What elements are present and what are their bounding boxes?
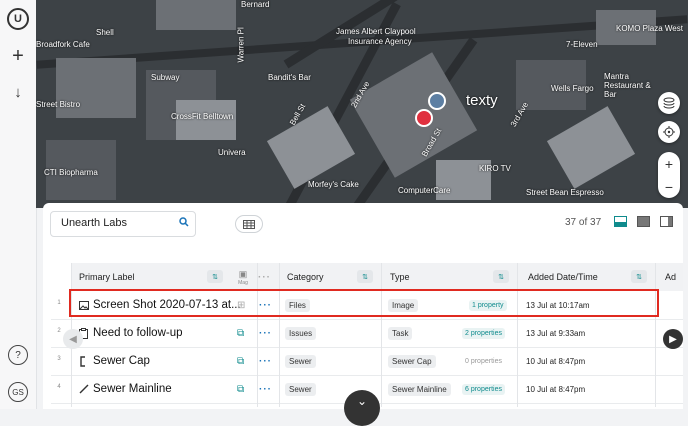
map-label: James Albert Claypool [336, 27, 416, 36]
download-icon[interactable]: ↓ [6, 80, 30, 104]
column-added[interactable]: Added Date/Time [528, 263, 598, 291]
column-primary-label[interactable]: Primary Label [79, 263, 135, 291]
map-label: 7-Eleven [566, 40, 598, 49]
user-avatar[interactable]: GS [8, 382, 28, 402]
table-icon [243, 219, 255, 229]
row-number: 1 [57, 300, 61, 306]
locate-icon[interactable] [658, 121, 680, 143]
row-label[interactable]: Need to follow-up [93, 319, 183, 347]
map-label: Bandit's Bar [268, 73, 311, 82]
table-header: Primary Label ⇅ ▣ Mag ··· Category ⇅ Typ… [71, 263, 683, 291]
table-row[interactable]: 2 Need to follow-up ⧉ ··· Issues Task 2 … [51, 319, 683, 348]
scroll-left-icon[interactable]: ◀ [63, 329, 83, 349]
map-label: KOMO Plaza West [616, 24, 683, 33]
column-image[interactable]: ▣ Mag [231, 263, 255, 291]
map-label: Subway [151, 73, 180, 82]
map-label: Broadfork Cafe [36, 40, 90, 49]
map-label: Morfey's Cake [308, 180, 359, 189]
record-count: 37 of 37 [565, 217, 602, 228]
map-label: 3rd Ave [508, 100, 531, 129]
map-label: Bernard [241, 0, 270, 9]
type-pill: Sewer Mainline [388, 382, 451, 396]
column-type[interactable]: Type [390, 263, 410, 291]
edit-image-icon[interactable]: ⧉ [237, 375, 244, 403]
sort-icon[interactable]: ⇅ [493, 270, 509, 283]
map-label: Mantra Restaurant & Bar [604, 72, 651, 99]
map-label: Street Bean Espresso [526, 188, 604, 197]
sort-icon[interactable]: ⇅ [357, 270, 373, 283]
added-date: 10 Jul at 8:47pm [526, 384, 586, 394]
selected-row-highlight [69, 289, 659, 317]
row-more-icon[interactable]: ··· [259, 375, 272, 403]
column-image-label: Mag [238, 279, 248, 286]
category-pill: Sewer [285, 382, 316, 396]
side-view-icon[interactable] [660, 216, 673, 227]
map-label: Warren Pl [236, 27, 246, 63]
map-label: CrossFit Belltown [171, 112, 234, 121]
line-icon [79, 375, 89, 403]
map-label: ComputerCare [398, 186, 451, 195]
edit-image-icon[interactable]: ⧉ [237, 319, 244, 347]
table-settings-button[interactable] [235, 215, 263, 233]
zoom-in-icon[interactable]: + [665, 156, 673, 172]
table-row[interactable]: 3 Sewer Cap ⧉ ··· Sewer Sewer Cap 0 prop… [51, 347, 683, 376]
split-view-icon[interactable] [614, 216, 627, 227]
map-label: Univera [218, 148, 246, 157]
properties-badge[interactable]: 2 properties [462, 327, 505, 339]
image-icon: ▣ [238, 268, 248, 279]
map-label: KIRO TV [479, 164, 511, 173]
row-label[interactable]: Sewer Mainline [93, 375, 172, 403]
collapse-panel-icon[interactable]: ⌄ [344, 390, 380, 426]
layers-icon[interactable] [658, 92, 680, 114]
zoom-out-icon[interactable]: − [665, 179, 673, 195]
scroll-right-icon[interactable]: ▶ [663, 329, 683, 349]
row-label[interactable]: Sewer Cap [93, 347, 150, 375]
sort-icon[interactable]: ⇅ [207, 270, 223, 283]
data-panel: 37 of 37 Primary Label ⇅ ▣ Mag ··· Categ… [43, 203, 683, 409]
left-sidebar: U + ↓ ? GS [0, 0, 37, 409]
type-pill: Sewer Cap [388, 354, 436, 368]
sort-icon[interactable]: ⇅ [631, 270, 647, 283]
properties-badge[interactable]: 0 properties [462, 356, 505, 367]
map-pin[interactable] [428, 92, 446, 110]
map-brand-text: texty [466, 92, 498, 109]
category-pill: Issues [285, 326, 317, 340]
category-pill: Sewer [285, 354, 316, 368]
add-icon[interactable]: + [6, 44, 30, 68]
column-category[interactable]: Category [287, 263, 324, 291]
zoom-control: + − [658, 152, 680, 198]
map-pin-selected[interactable] [415, 109, 433, 127]
search-box[interactable] [50, 211, 196, 237]
edit-image-icon[interactable]: ⧉ [237, 347, 244, 375]
help-icon[interactable]: ? [8, 345, 28, 365]
search-input[interactable] [59, 216, 178, 230]
added-date: 13 Jul at 9:33am [526, 328, 586, 338]
map-label: Street Bistro [36, 100, 81, 109]
map-label: Wells Fargo [551, 84, 594, 93]
row-number: 4 [57, 384, 61, 390]
map-view[interactable]: Shell Bernard James Albert Claypool Insu… [36, 0, 688, 208]
column-ad[interactable]: Ad [665, 263, 676, 291]
row-number: 2 [57, 328, 61, 334]
map-label: Insurance Agency [348, 37, 412, 46]
table-view-icon[interactable] [637, 216, 650, 227]
row-more-icon[interactable]: ··· [259, 319, 272, 347]
search-icon[interactable] [179, 217, 189, 230]
properties-badge[interactable]: 6 properties [462, 383, 505, 395]
row-number: 3 [57, 356, 61, 362]
column-more-icon[interactable]: ··· [258, 263, 271, 291]
map-label: CTI Biopharma [44, 168, 98, 177]
bracket-icon [79, 347, 87, 375]
row-more-icon[interactable]: ··· [259, 347, 272, 375]
map-label: Shell [96, 28, 114, 37]
type-pill: Task [388, 326, 413, 340]
unearth-logo[interactable]: U [7, 8, 29, 30]
added-date: 10 Jul at 8:47pm [526, 356, 586, 366]
